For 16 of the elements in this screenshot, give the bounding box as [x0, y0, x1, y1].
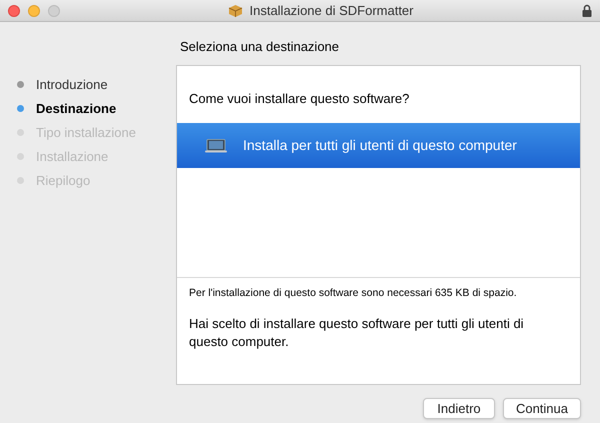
close-button[interactable] [8, 4, 20, 16]
page-heading: Seleziona una destinazione [180, 38, 340, 56]
step-label: Destinazione [36, 100, 116, 118]
laptop-icon [205, 138, 227, 152]
footer-button[interactable]: Continua [502, 398, 581, 418]
lock-icon [582, 4, 592, 17]
description-text: Hai scelto di installare questo software per tutti gli utenti di questo computer. [189, 314, 525, 350]
minimize-button[interactable] [28, 4, 40, 16]
package-icon [228, 4, 244, 18]
question-text: Come vuoi installare questo software? [189, 90, 410, 108]
install-option[interactable]: Installa per tutti gli utenti di questo computer [177, 123, 580, 168]
window-title: Installazione di SDFormatter [249, 2, 414, 20]
space-note: Per l'installazione di questo software sono necessari 635 KB di spazio. [189, 286, 518, 301]
footer-button[interactable]: Indietro [422, 398, 495, 418]
step-label: Introduzione [36, 76, 108, 94]
zoom-button[interactable] [48, 4, 60, 16]
